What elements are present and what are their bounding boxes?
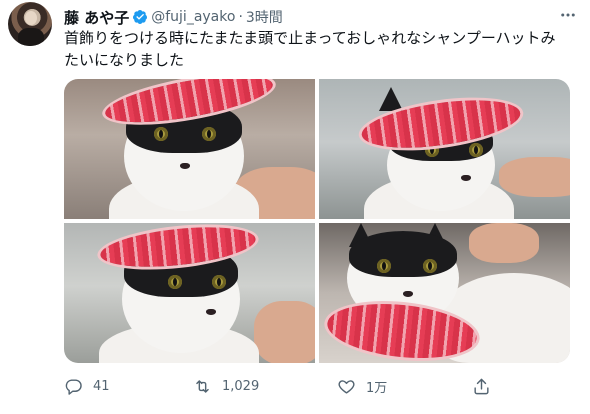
cat-eye bbox=[202, 127, 216, 141]
reply-icon bbox=[65, 378, 82, 395]
cat-nose bbox=[180, 163, 190, 169]
avatar-body bbox=[18, 28, 44, 46]
separator-dot: · bbox=[238, 9, 243, 25]
cat-eye bbox=[154, 127, 168, 141]
cat-eye bbox=[212, 275, 226, 289]
heart-icon bbox=[338, 379, 355, 394]
cat-nose bbox=[403, 291, 413, 297]
like-count: 1万 bbox=[366, 380, 388, 396]
cat-ear bbox=[379, 87, 403, 111]
photo-1[interactable] bbox=[64, 79, 315, 219]
photo-grid bbox=[64, 79, 570, 363]
photo-3[interactable] bbox=[64, 223, 315, 363]
avatar[interactable] bbox=[8, 2, 52, 46]
more-icon bbox=[561, 13, 575, 17]
reply-button[interactable]: 41 bbox=[64, 374, 110, 398]
cat-eye bbox=[423, 259, 437, 273]
hand bbox=[254, 301, 315, 363]
more-button[interactable] bbox=[554, 4, 582, 26]
cat-eye bbox=[168, 275, 182, 289]
cat-eye bbox=[469, 143, 483, 157]
retweet-icon bbox=[196, 379, 209, 393]
tweet-text-line: たいになりました bbox=[64, 51, 185, 69]
verified-badge-icon bbox=[133, 10, 148, 24]
tweet-text-line: 首飾りをつける時にたまたま頭で止まっておしゃれなシャンプーハットみ bbox=[64, 29, 556, 47]
action-bar: 41 1,029 1万 bbox=[64, 374, 570, 398]
tweet-header: 藤 あや子 @fuji_ayako · 3時間 bbox=[64, 7, 283, 27]
avatar-face bbox=[25, 11, 37, 25]
tweet-text: 首飾りをつける時にたまたま頭で止まっておしゃれなシャンプーハットみ たいになりま… bbox=[64, 27, 564, 71]
reply-count: 41 bbox=[93, 378, 110, 394]
photo-4[interactable] bbox=[319, 223, 570, 363]
share-button[interactable] bbox=[472, 374, 491, 398]
author-name[interactable]: 藤 あや子 bbox=[64, 7, 129, 28]
like-button[interactable]: 1万 bbox=[337, 374, 387, 398]
photo-2[interactable] bbox=[319, 79, 570, 219]
tweet-time[interactable]: 3時間 bbox=[246, 7, 283, 27]
cat-eye bbox=[377, 259, 391, 273]
cat-nose bbox=[461, 175, 471, 181]
author-handle[interactable]: @fuji_ayako bbox=[151, 9, 235, 25]
cat-mask bbox=[349, 231, 457, 277]
share-icon bbox=[474, 378, 489, 394]
cat-nose bbox=[206, 309, 216, 315]
retweet-button[interactable]: 1,029 bbox=[193, 374, 259, 398]
hand bbox=[499, 157, 570, 197]
hand bbox=[469, 223, 539, 263]
retweet-count: 1,029 bbox=[222, 378, 260, 394]
